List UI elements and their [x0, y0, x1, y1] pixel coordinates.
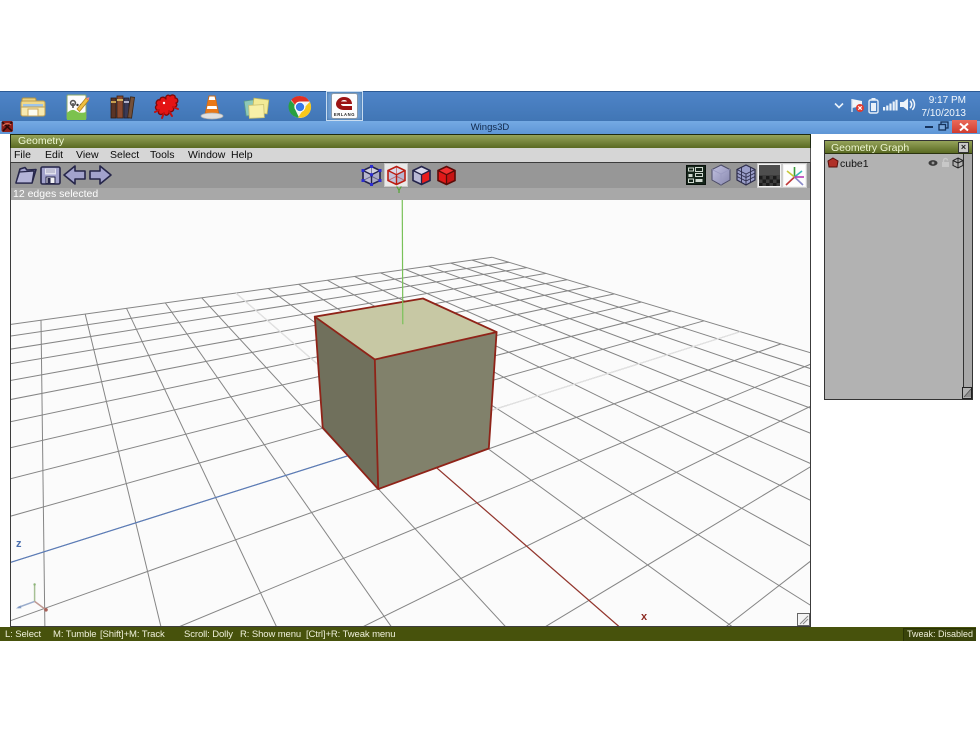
svg-text:ERLANG: ERLANG	[334, 112, 355, 117]
